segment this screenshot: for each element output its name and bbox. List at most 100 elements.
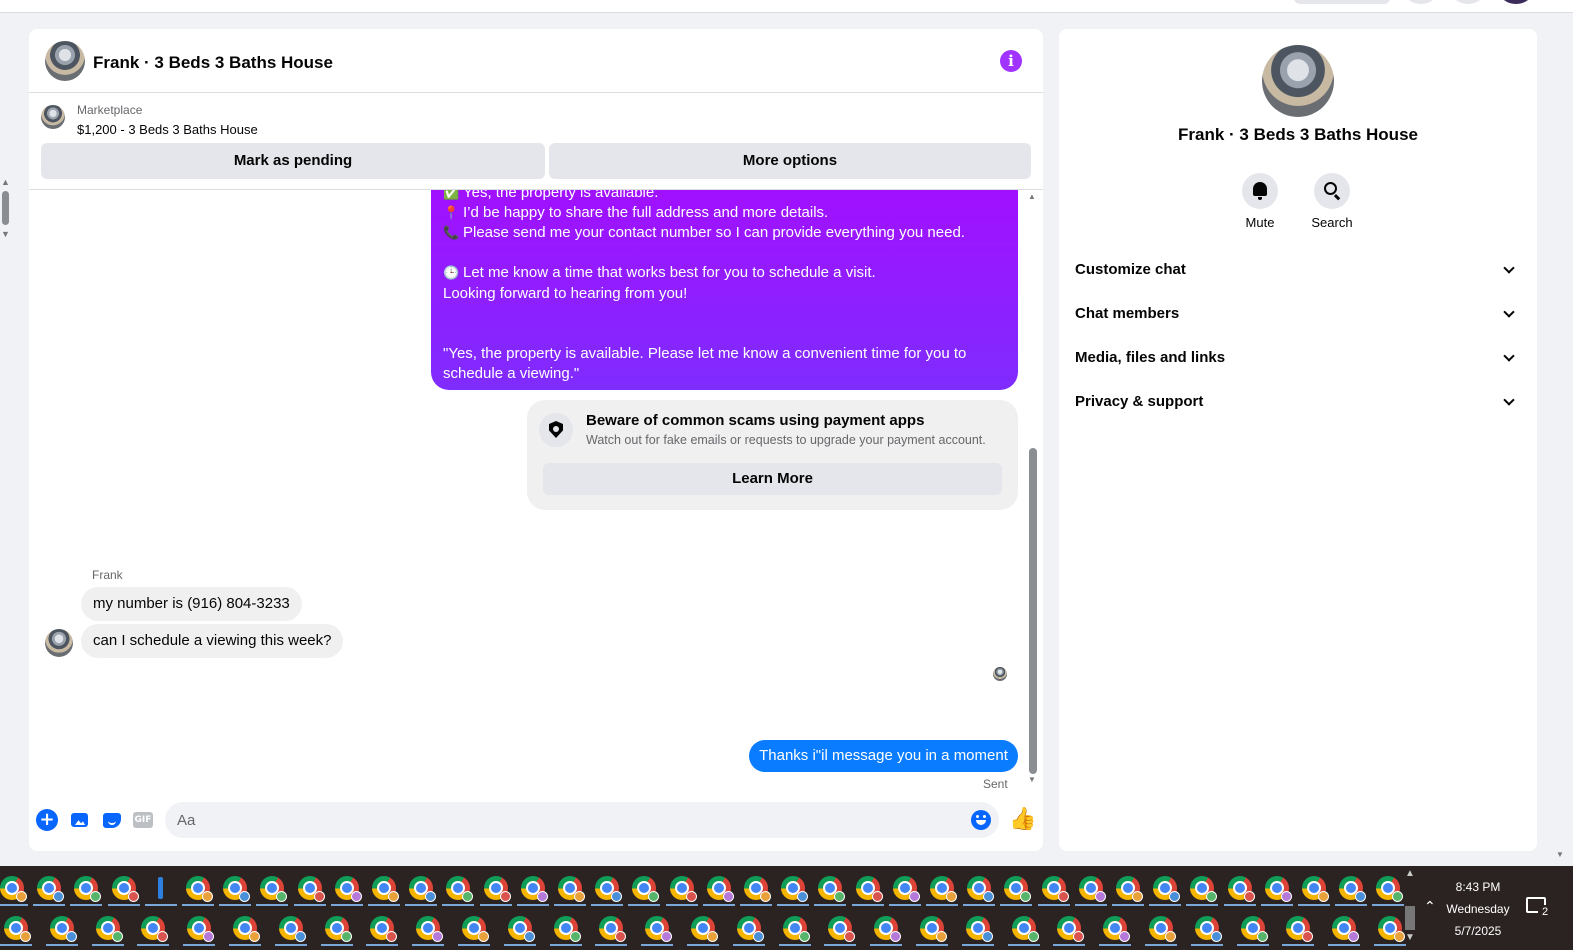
- listing-thumbnail[interactable]: [41, 105, 65, 129]
- taskbar-app-icon[interactable]: [229, 916, 261, 946]
- incoming-message[interactable]: can I schedule a viewing this week?: [81, 624, 344, 658]
- taskbar-app-icon[interactable]: [1186, 876, 1219, 906]
- taskbar-app-icon[interactable]: [33, 876, 66, 906]
- taskbar-app-icon[interactable]: [320, 916, 353, 946]
- scroll-down-arrow[interactable]: ▼: [1556, 850, 1564, 859]
- taskbar-app-icon[interactable]: [293, 876, 326, 906]
- taskbar-app-icon[interactable]: [963, 876, 996, 906]
- section-media-files-links[interactable]: Media, files and links: [1067, 338, 1529, 378]
- taskbar-app-icon[interactable]: [274, 916, 307, 946]
- show-hidden-icons-caret[interactable]: ⌃: [1424, 899, 1436, 915]
- taskbar-app-icon[interactable]: [219, 876, 252, 906]
- taskbar-app-icon[interactable]: [1037, 876, 1070, 906]
- taskbar-app-icon[interactable]: [1328, 916, 1361, 946]
- taskbar-app-icon[interactable]: [740, 876, 772, 906]
- scroll-thumb[interactable]: [1029, 448, 1037, 774]
- photo-icon[interactable]: [69, 809, 91, 831]
- emoji-icon[interactable]: [971, 810, 991, 830]
- taskbar-app-icon[interactable]: [1223, 876, 1256, 906]
- conversation-title[interactable]: Frank · 3 Beds 3 Baths House: [93, 53, 333, 73]
- taskbar-app-icon[interactable]: [702, 876, 735, 906]
- search-icon[interactable]: [1314, 173, 1350, 209]
- thumbs-up-icon[interactable]: 👍: [1009, 809, 1036, 831]
- taskbar-scrollbar[interactable]: ▲ ▼: [1402, 866, 1418, 950]
- taskbar-app-icon[interactable]: [814, 876, 847, 906]
- scroll-thumb[interactable]: [2, 191, 9, 225]
- taskbar-app-icon[interactable]: [1149, 876, 1182, 906]
- taskbar-app-icon[interactable]: [91, 916, 124, 946]
- top-nav-button[interactable]: [1452, 0, 1484, 4]
- notification-center-icon[interactable]: 2: [1526, 897, 1552, 919]
- message-input[interactable]: [177, 802, 957, 838]
- message-scrollbar[interactable]: ▲ ▼: [1027, 190, 1039, 798]
- taskbar-app-icon[interactable]: [516, 876, 549, 906]
- taskbar-app-icon[interactable]: [183, 916, 216, 946]
- taskbar-app-icon[interactable]: [778, 916, 811, 946]
- mute-button[interactable]: Mute: [1230, 173, 1290, 230]
- taskbar-app-icon[interactable]: [0, 876, 28, 906]
- taskbar-app-icon[interactable]: [549, 916, 582, 946]
- taskbar-app-icon[interactable]: [405, 876, 438, 906]
- taskbar-app-icon[interactable]: [256, 876, 289, 906]
- taskbar-app-icon[interactable]: [1260, 876, 1293, 906]
- scroll-down-arrow[interactable]: ▼: [1028, 775, 1036, 784]
- taskbar-app-icon[interactable]: [458, 916, 490, 946]
- taskbar-app-icon[interactable]: [1335, 876, 1368, 906]
- scroll-down-arrow[interactable]: ▼: [1405, 932, 1415, 943]
- outgoing-message[interactable]: Thanks i"il message you in a moment: [749, 740, 1018, 772]
- taskbar-app-icon[interactable]: [665, 876, 698, 906]
- taskbar-app-icon[interactable]: [554, 876, 586, 906]
- profile-avatar[interactable]: [1500, 0, 1532, 4]
- taskbar-app-icon[interactable]: [368, 876, 400, 906]
- taskbar-app-icon[interactable]: [591, 876, 624, 906]
- listing-price-title[interactable]: $1,200 - 3 Beds 3 Baths House: [77, 122, 258, 137]
- message-input-box[interactable]: [165, 802, 999, 838]
- taskbar-app-icon[interactable]: [1112, 876, 1144, 906]
- details-name[interactable]: Frank · 3 Beds 3 Baths House: [1059, 125, 1537, 145]
- taskbar-app-icon[interactable]: [732, 916, 765, 946]
- taskbar-app-icon[interactable]: [412, 916, 445, 946]
- sticker-icon[interactable]: [101, 809, 123, 831]
- taskbar-app-icon[interactable]: [442, 876, 475, 906]
- details-avatar[interactable]: [1262, 45, 1334, 117]
- page-scrollbar[interactable]: ▲ ▼: [0, 175, 10, 245]
- taskbar-app-icon[interactable]: [1007, 916, 1040, 946]
- scroll-up-arrow[interactable]: ▲: [1405, 868, 1415, 879]
- taskbar-app-icon[interactable]: [70, 876, 103, 906]
- taskbar-app-icon[interactable]: [687, 916, 719, 946]
- taskbar-app-icon[interactable]: [0, 916, 32, 946]
- scroll-down-arrow[interactable]: ▼: [1, 229, 10, 239]
- scroll-thumb[interactable]: [1405, 906, 1415, 930]
- taskbar-app-icon[interactable]: [926, 876, 958, 906]
- taskbar-app-icon[interactable]: [137, 916, 170, 946]
- taskbar-app-icon[interactable]: [45, 916, 78, 946]
- scroll-up-arrow[interactable]: ▲: [1, 177, 10, 187]
- taskbar-app-icon[interactable]: [144, 876, 177, 906]
- taskbar-app-icon[interactable]: [182, 876, 214, 906]
- section-chat-members[interactable]: Chat members: [1067, 294, 1529, 334]
- taskbar-app-icon[interactable]: [1053, 916, 1086, 946]
- outgoing-message[interactable]: ✅ Yes, the property is available. 📍 I’d be…: [431, 190, 1018, 390]
- taskbar-app-icon[interactable]: [641, 916, 674, 946]
- taskbar-app-icon[interactable]: [1190, 916, 1223, 946]
- taskbar-app-icon[interactable]: [777, 876, 810, 906]
- sender-avatar[interactable]: [45, 629, 73, 657]
- incoming-message[interactable]: my number is (916) 804-3233: [81, 587, 302, 621]
- taskbar-app-icon[interactable]: [1298, 876, 1330, 906]
- taskbar-app-icon[interactable]: [851, 876, 884, 906]
- taskbar-app-icon[interactable]: [824, 916, 857, 946]
- section-customize-chat[interactable]: Customize chat: [1067, 250, 1529, 290]
- bell-icon[interactable]: [1242, 173, 1278, 209]
- taskbar-app-icon[interactable]: [1145, 916, 1177, 946]
- more-options-button[interactable]: More options: [549, 143, 1031, 179]
- taskbar-app-icon[interactable]: [1374, 916, 1406, 946]
- taskbar-app-icon[interactable]: [1099, 916, 1132, 946]
- taskbar-app-icon[interactable]: [961, 916, 994, 946]
- taskbar-app-icon[interactable]: [1372, 876, 1405, 906]
- gif-icon[interactable]: GIF: [132, 809, 154, 831]
- taskbar-app-icon[interactable]: [628, 876, 661, 906]
- plus-icon[interactable]: +: [36, 809, 58, 831]
- top-nav-pill[interactable]: [1294, 0, 1390, 4]
- taskbar-app-icon[interactable]: [366, 916, 399, 946]
- info-icon[interactable]: i: [1000, 50, 1022, 72]
